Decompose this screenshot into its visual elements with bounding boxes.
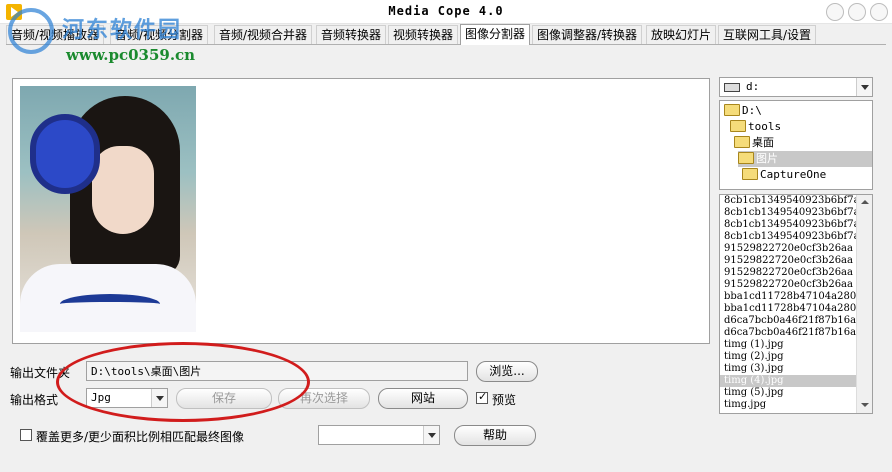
list-item[interactable]: 91529822720e0cf3b26aa [720, 267, 856, 279]
chevron-down-icon[interactable] [423, 426, 439, 444]
output-format-select[interactable]: Jpg [86, 388, 168, 408]
output-format-label: 输出格式 [10, 393, 59, 407]
tree-node-desktop[interactable]: 桌面 [734, 135, 774, 151]
output-folder-input[interactable]: D:\tools\桌面\图片 [86, 361, 468, 381]
tree-node-drive[interactable]: D:\ [724, 103, 762, 119]
folder-open-icon [734, 136, 750, 148]
preview-image [20, 86, 196, 332]
list-item[interactable]: d6ca7bcb0a46f21f87b16a [720, 315, 856, 327]
chevron-down-icon[interactable] [856, 78, 872, 96]
list-item[interactable]: 8cb1cb1349540923b6bf7a [720, 219, 856, 231]
image-collar [60, 294, 160, 314]
list-item[interactable]: 91529822720e0cf3b26aa [720, 279, 856, 291]
cover-area-label: 覆盖更多/更少面积比例相匹配最终图像 [36, 430, 245, 444]
maximize-button[interactable] [848, 3, 866, 21]
drive-value: d: [746, 80, 760, 93]
cover-area-checkbox[interactable] [20, 429, 32, 441]
tab-image-resizer[interactable]: 图像调整器/转换器 [532, 25, 643, 44]
scroll-up-icon[interactable] [857, 195, 872, 210]
tree-node-tools[interactable]: tools [730, 119, 781, 135]
tab-internet-tools[interactable]: 互联网工具/设置 [718, 25, 817, 44]
folder-icon [742, 168, 758, 180]
list-item[interactable]: d6ca7bcb0a46f21f87b16a [720, 327, 856, 339]
tab-slideshow[interactable]: 放映幻灯片 [646, 25, 717, 44]
tree-node-captureone[interactable]: CaptureOne [742, 167, 826, 183]
watermark-url: www.pc0359.cn [66, 46, 196, 64]
ratio-select[interactable] [318, 425, 440, 445]
list-item[interactable]: timg (1).jpg [720, 339, 856, 351]
help-button[interactable]: 帮助 [454, 425, 536, 446]
image-face [92, 146, 154, 234]
tab-av-merger[interactable]: 音频/视频合并器 [214, 25, 313, 44]
chevron-down-icon[interactable] [151, 389, 167, 407]
list-item-selected[interactable]: timg (4).jpg [720, 375, 856, 387]
output-folder-label: 输出文件夹 [10, 366, 71, 380]
tab-video-converter[interactable]: 视频转换器 [388, 25, 459, 44]
output-format-value: Jpg [91, 391, 111, 404]
list-item[interactable]: timg (3).jpg [720, 363, 856, 375]
website-button[interactable]: 网站 [378, 388, 468, 409]
reselect-button[interactable]: 再次选择 [278, 388, 370, 409]
save-button[interactable]: 保存 [176, 388, 272, 409]
minimize-button[interactable] [826, 3, 844, 21]
tab-audio-converter[interactable]: 音频转换器 [316, 25, 387, 44]
folder-open-icon [724, 104, 740, 116]
watermark-logo [8, 8, 54, 54]
list-item[interactable]: 8cb1cb1349540923b6bf7a [720, 231, 856, 243]
list-item[interactable]: timg.jpg [720, 399, 856, 411]
file-list[interactable]: 8cb1cb1349540923b6bf7a 8cb1cb1349540923b… [719, 194, 873, 414]
annotation-ellipse [56, 342, 310, 422]
folder-tree[interactable]: D:\ tools 桌面 图片 CaptureOne [719, 100, 873, 190]
list-item[interactable]: 91529822720e0cf3b26aa [720, 243, 856, 255]
list-item[interactable]: timg (5).jpg [720, 387, 856, 399]
file-list-scrollbar[interactable] [856, 195, 872, 413]
watermark-site-name: 河东软件园 [62, 17, 183, 43]
list-item[interactable]: bba1cd11728b47104a2802 [720, 303, 856, 315]
list-item[interactable]: 91529822720e0cf3b26aa [720, 255, 856, 267]
list-item[interactable]: bba1cd11728b47104a2802 [720, 291, 856, 303]
preview-label: 预览 [492, 393, 517, 407]
drive-icon [724, 83, 740, 92]
drive-select[interactable]: d: [719, 77, 873, 97]
folder-open-icon [730, 120, 746, 132]
folder-open-icon [738, 152, 754, 164]
browse-button[interactable]: 浏览... [476, 361, 538, 382]
list-item[interactable]: 8cb1cb1349540923b6bf7a [720, 195, 856, 207]
tab-image-splitter[interactable]: 图像分割器 [460, 24, 531, 45]
tree-node-pictures[interactable]: 图片 [738, 151, 872, 167]
close-button[interactable] [870, 3, 888, 21]
preview-checkbox[interactable] [476, 390, 488, 404]
list-item[interactable]: timg (2).jpg [720, 351, 856, 363]
list-item[interactable]: 8cb1cb1349540923b6bf7a [720, 207, 856, 219]
image-headphone [30, 114, 100, 194]
scroll-down-icon[interactable] [857, 398, 872, 413]
